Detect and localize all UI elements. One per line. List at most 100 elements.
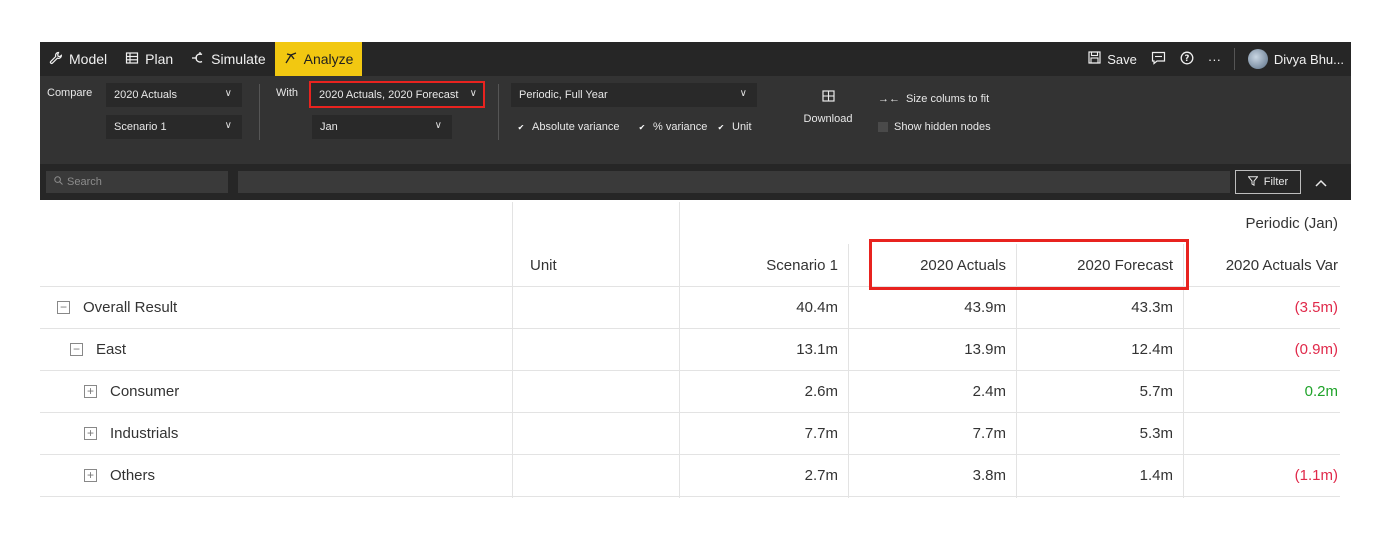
percent-variance-label: % variance <box>653 121 708 133</box>
row-label-cell: − Overall Result <box>57 286 177 328</box>
chevron-down-icon: ∨ <box>224 88 232 99</box>
collapse-button[interactable] <box>1306 170 1336 194</box>
expand-icon[interactable]: + <box>84 426 97 440</box>
percent-variance-checkbox[interactable]: ✔ % variance <box>637 121 708 133</box>
download-icon <box>797 90 859 105</box>
save-button[interactable]: Save <box>1081 42 1144 76</box>
tab-plan-label: Plan <box>145 51 174 67</box>
user-name: Divya Bhu... <box>1273 51 1344 67</box>
checkmark-icon: ✔ <box>517 122 525 132</box>
analyze-icon <box>284 51 298 68</box>
actuals-value: 3.8m <box>972 466 1006 484</box>
svg-text:?: ? <box>1184 54 1189 64</box>
checkmark-icon: ✔ <box>638 122 646 132</box>
size-columns-icon: →← <box>878 93 900 105</box>
variance-value <box>1183 412 1340 454</box>
row-label: Industrials <box>110 424 179 442</box>
data-grid: Periodic (Jan) Unit Scenario 1 2020 Actu… <box>40 202 1340 498</box>
expand-icon[interactable]: + <box>84 468 97 482</box>
row-label-cell: + Consumer <box>84 370 179 412</box>
row-label: East <box>96 340 127 358</box>
with-period-dropdown[interactable]: Jan ∨ <box>312 115 452 139</box>
variance-value: (3.5m) <box>1294 298 1338 316</box>
top-right-actions: Save ? ··· Divya Bhu... <box>1081 42 1351 76</box>
variance-value: 0.2m <box>1304 382 1338 400</box>
save-label: Save <box>1107 51 1137 67</box>
help-button[interactable]: ? <box>1173 42 1201 76</box>
search-icon <box>54 176 63 188</box>
more-icon: ··· <box>1207 51 1221 67</box>
tab-model[interactable]: Model <box>40 42 116 76</box>
table-row: + Consumer 2.6m 2.4m 5.7m 0.2m <box>40 370 1340 412</box>
chevron-down-icon: ∨ <box>469 88 477 99</box>
app-shell: Model Plan Simulate Analyze Save ? ··· D… <box>40 42 1351 200</box>
simulate-icon <box>191 51 205 68</box>
top-nav: Model Plan Simulate Analyze Save ? ··· D… <box>40 42 1351 76</box>
options-ribbon: Compare 2020 Actuals ∨ Scenario 1 ∨ With… <box>40 76 1351 164</box>
size-columns-label: Size colums to fit <box>906 93 990 105</box>
scenario1-value: 40.4m <box>796 298 838 316</box>
user-menu[interactable]: Divya Bhu... <box>1241 42 1351 76</box>
period-dropdown[interactable]: Periodic, Full Year ∨ <box>511 83 757 107</box>
period-value: Periodic, Full Year <box>519 89 608 101</box>
search-input[interactable]: Search <box>46 171 228 193</box>
forecast-value: 12.4m <box>1131 340 1173 358</box>
filter-summary-bar <box>238 171 1230 193</box>
chevron-down-icon: ∨ <box>224 120 232 131</box>
collapse-icon[interactable]: − <box>70 342 83 356</box>
forecast-value: 1.4m <box>1139 466 1173 484</box>
column-header-unit[interactable]: Unit <box>530 244 680 286</box>
nav-separator <box>1233 48 1235 70</box>
tab-analyze[interactable]: Analyze <box>274 42 363 76</box>
absolute-variance-checkbox[interactable]: ✔ Absolute variance <box>516 121 620 133</box>
row-label-cell: + Industrials <box>84 412 178 454</box>
ribbon-separator <box>259 84 260 140</box>
scenario1-value: 2.6m <box>804 382 838 400</box>
actuals-value: 7.7m <box>972 424 1006 442</box>
actuals-value: 2.4m <box>972 382 1006 400</box>
comparison-highlight-box <box>869 239 1189 290</box>
tab-plan[interactable]: Plan <box>116 42 182 76</box>
row-divider <box>40 496 1340 497</box>
compare-label: Compare <box>47 87 93 99</box>
checkmark-icon: ✔ <box>717 122 725 132</box>
column-header-actuals-var[interactable]: 2020 Actuals Var <box>1183 244 1340 286</box>
compare-dropdown[interactable]: 2020 Actuals ∨ <box>106 83 242 107</box>
show-hidden-label: Show hidden nodes <box>894 121 991 133</box>
with-dropdown[interactable]: 2020 Actuals, 2020 Forecast ∨ <box>309 81 485 108</box>
download-button[interactable]: Download <box>797 90 859 125</box>
compare-scenario-dropdown[interactable]: Scenario 1 ∨ <box>106 115 242 139</box>
forecast-value: 5.3m <box>1139 424 1173 442</box>
row-label-cell: − East <box>70 328 126 370</box>
collapse-icon[interactable]: − <box>57 300 70 314</box>
actuals-value: 43.9m <box>964 298 1006 316</box>
avatar <box>1247 49 1268 69</box>
search-placeholder: Search <box>67 176 102 188</box>
group-header: Periodic (Jan) <box>1245 214 1338 232</box>
tab-simulate[interactable]: Simulate <box>182 42 274 76</box>
chevron-down-icon: ∨ <box>434 120 442 131</box>
forecast-value: 43.3m <box>1131 298 1173 316</box>
show-hidden-nodes-checkbox[interactable]: Show hidden nodes <box>878 121 991 133</box>
chevron-down-icon: ∨ <box>739 88 747 99</box>
more-button[interactable]: ··· <box>1201 42 1228 76</box>
row-label: Overall Result <box>83 298 178 316</box>
variance-value: (1.1m) <box>1294 466 1338 484</box>
with-period-value: Jan <box>320 121 338 133</box>
column-header-scenario1[interactable]: Scenario 1 <box>679 244 848 286</box>
row-label-cell: + Others <box>84 454 155 496</box>
filter-button[interactable]: Filter <box>1235 170 1301 194</box>
expand-icon[interactable]: + <box>84 384 97 398</box>
absolute-variance-label: Absolute variance <box>532 121 620 133</box>
comment-button[interactable] <box>1144 42 1173 76</box>
size-columns-button[interactable]: →← Size colums to fit <box>878 93 989 105</box>
table-row: + Others 2.7m 3.8m 1.4m (1.1m) <box>40 454 1340 496</box>
unit-checkbox[interactable]: ✔ Unit <box>716 121 752 133</box>
save-icon <box>1088 51 1101 67</box>
variance-value: (0.9m) <box>1294 340 1338 358</box>
checkbox-icon <box>878 122 888 132</box>
with-label: With <box>276 87 298 99</box>
search-bar: Search Filter <box>40 164 1351 200</box>
ribbon-separator <box>498 84 499 140</box>
row-label: Consumer <box>110 382 180 400</box>
